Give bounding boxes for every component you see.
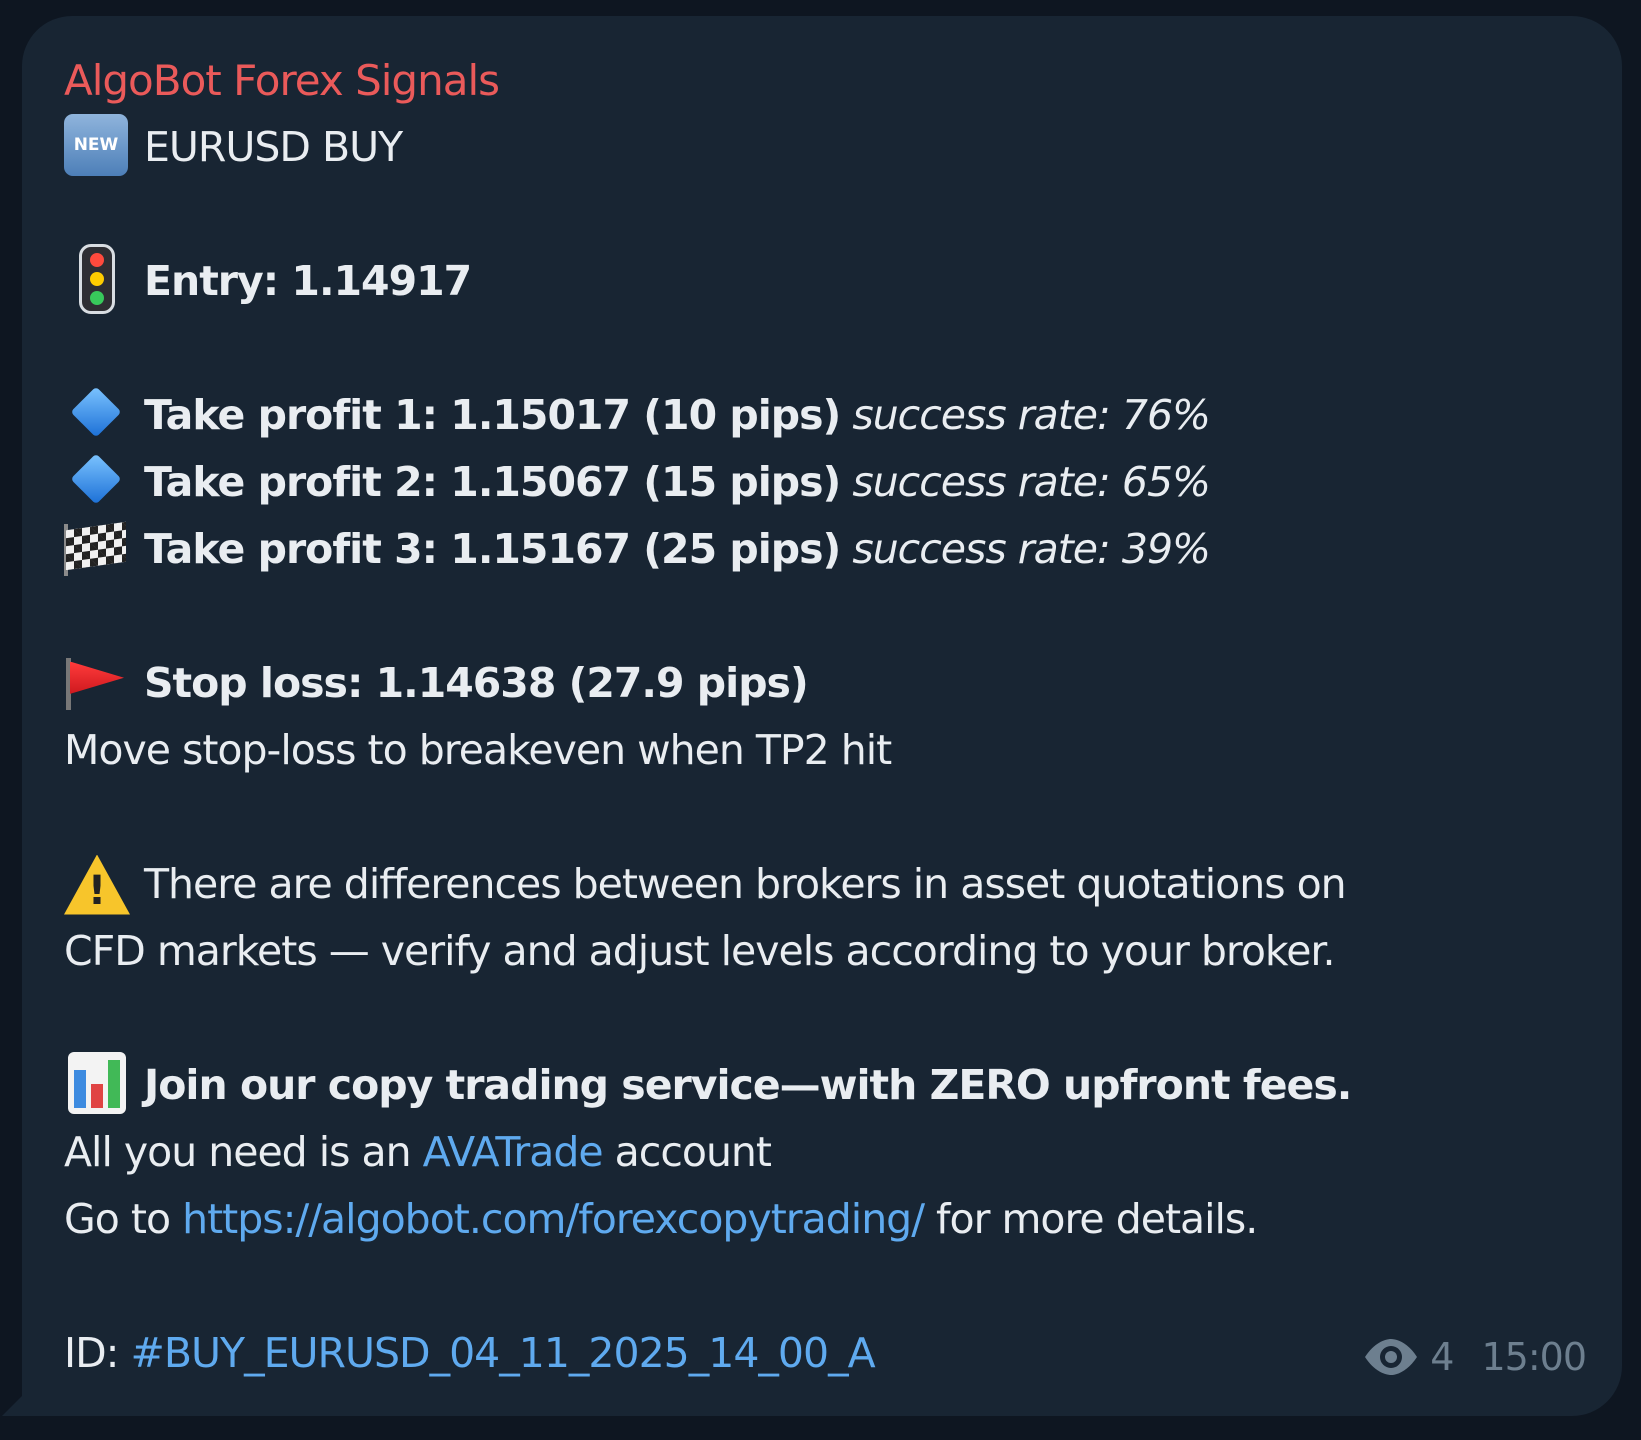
- warning-text-2: CFD markets — verify and adjust levels a…: [64, 927, 1336, 975]
- breakeven-text: Move stop-loss to breakeven when TP2 hit: [64, 726, 892, 774]
- new-badge-icon: NEW: [64, 113, 130, 176]
- breakeven-line: Move stop-loss to breakeven when TP2 hit: [64, 717, 1584, 784]
- take-profit-3-text: Take profit 3: 1.15167 (25 pips): [144, 525, 841, 573]
- blue-diamond-icon: [64, 386, 130, 444]
- red-flag-icon: [64, 656, 130, 712]
- take-profit-1-text: Take profit 1: 1.15017 (10 pips): [144, 391, 841, 439]
- entry-line: Entry: 1.14917: [64, 243, 1584, 315]
- warning-line-2: CFD markets — verify and adjust levels a…: [64, 918, 1584, 985]
- take-profit-3-line: Take profit 3: 1.15167 (25 pips) success…: [64, 516, 1584, 583]
- account-line: All you need is an AVATrade account: [64, 1119, 1584, 1186]
- sender-name[interactable]: AlgoBot Forex Signals: [64, 47, 500, 114]
- take-profit-2-text: Take profit 2: 1.15067 (15 pips): [144, 458, 841, 506]
- goto-post-text: for more details.: [924, 1195, 1258, 1243]
- message-meta: 4 15:00: [1362, 1335, 1587, 1379]
- view-count: 4: [1430, 1335, 1454, 1379]
- id-label: ID:: [64, 1329, 119, 1377]
- sender-line: AlgoBot Forex Signals: [64, 47, 1584, 114]
- chequered-flag-icon: [64, 521, 130, 578]
- take-profit-1-line: Take profit 1: 1.15017 (10 pips) success…: [64, 382, 1584, 449]
- promo-text: Join our copy trading service—with ZERO …: [144, 1061, 1352, 1109]
- warning-line-1: ! There are differences between brokers …: [64, 851, 1584, 918]
- warning-text-1: There are differences between brokers in…: [144, 860, 1347, 908]
- eye-icon: [1365, 1339, 1418, 1375]
- id-hashtag-link[interactable]: #BUY_EURUSD_04_11_2025_14_00_A: [131, 1320, 876, 1387]
- id-line: ID: #BUY_EURUSD_04_11_2025_14_00_A: [64, 1320, 1584, 1387]
- title-line: NEW EURUSD BUY: [64, 113, 1584, 181]
- new-badge-text: NEW: [64, 113, 128, 176]
- account-pre-text: All you need is an: [64, 1128, 423, 1176]
- avatrade-link[interactable]: AVATrade: [423, 1119, 604, 1186]
- warning-icon: !: [64, 854, 130, 915]
- goto-line: Go to https://algobot.com/forexcopytradi…: [64, 1186, 1584, 1253]
- take-profit-3-rate: success rate: 39%: [852, 525, 1211, 573]
- goto-pre-text: Go to: [64, 1195, 183, 1243]
- entry-text: Entry: 1.14917: [144, 257, 472, 305]
- message-time: 15:00: [1481, 1335, 1587, 1379]
- stop-loss-text: Stop loss: 1.14638 (27.9 pips): [144, 659, 809, 707]
- traffic-light-icon: [64, 243, 130, 314]
- website-link[interactable]: https://algobot.com/forexcopytrading/: [182, 1186, 925, 1253]
- blue-diamond-icon: [64, 453, 130, 511]
- signal-title: EURUSD BUY: [144, 123, 403, 171]
- promo-line: Join our copy trading service—with ZERO …: [64, 1051, 1584, 1119]
- account-post-text: account: [602, 1128, 772, 1176]
- take-profit-1-rate: success rate: 76%: [852, 391, 1211, 439]
- bar-chart-icon: [64, 1051, 130, 1114]
- stop-loss-line: Stop loss: 1.14638 (27.9 pips): [64, 650, 1584, 717]
- take-profit-2-rate: success rate: 65%: [852, 458, 1211, 506]
- message-body: AlgoBot Forex Signals NEW EURUSD BUY Ent…: [64, 47, 1584, 1387]
- take-profit-2-line: Take profit 2: 1.15067 (15 pips) success…: [64, 449, 1584, 516]
